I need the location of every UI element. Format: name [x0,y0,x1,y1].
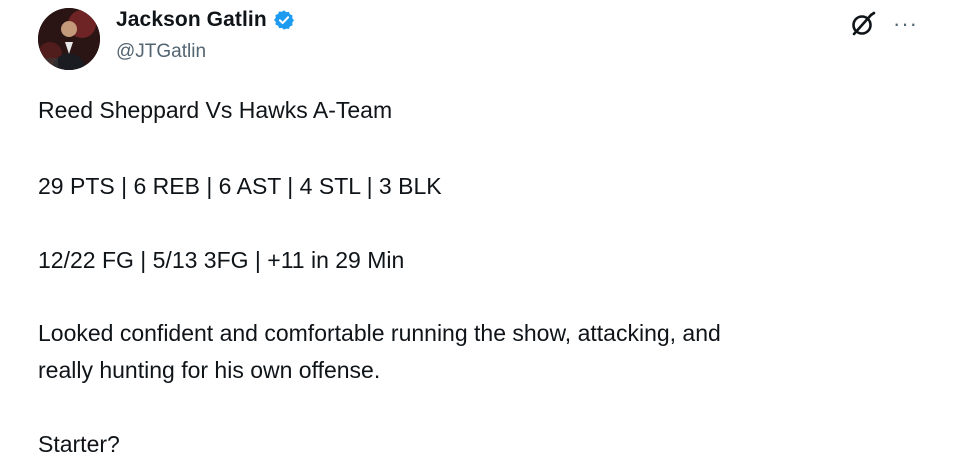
tweet-text-question: Starter? [38,431,120,457]
tweet-text-shooting: 12/22 FG | 5/13 3FG | +11 in 29 Min [38,247,405,273]
avatar[interactable] [38,8,100,70]
tweet-text-stats: 29 PTS | 6 REB | 6 AST | 4 STL | 3 BLK [38,173,442,199]
author-display-name[interactable]: Jackson Gatlin [116,8,267,32]
tweet-card: Jackson Gatlin @JTGatlin ··· Reed Sheppa… [0,0,960,469]
tweet-text-comment: Looked confident and comfortable running… [38,320,721,383]
author-handle[interactable]: @JTGatlin [116,41,206,63]
grok-icon[interactable] [849,10,877,38]
avatar-image [38,8,100,70]
author-name-row: Jackson Gatlin [116,8,295,32]
tweet-actions: ··· [849,10,918,38]
verified-badge-icon [273,10,294,30]
more-options-icon[interactable]: ··· [893,13,918,35]
tweet-text-title: Reed Sheppard Vs Hawks A-Team [38,97,393,123]
